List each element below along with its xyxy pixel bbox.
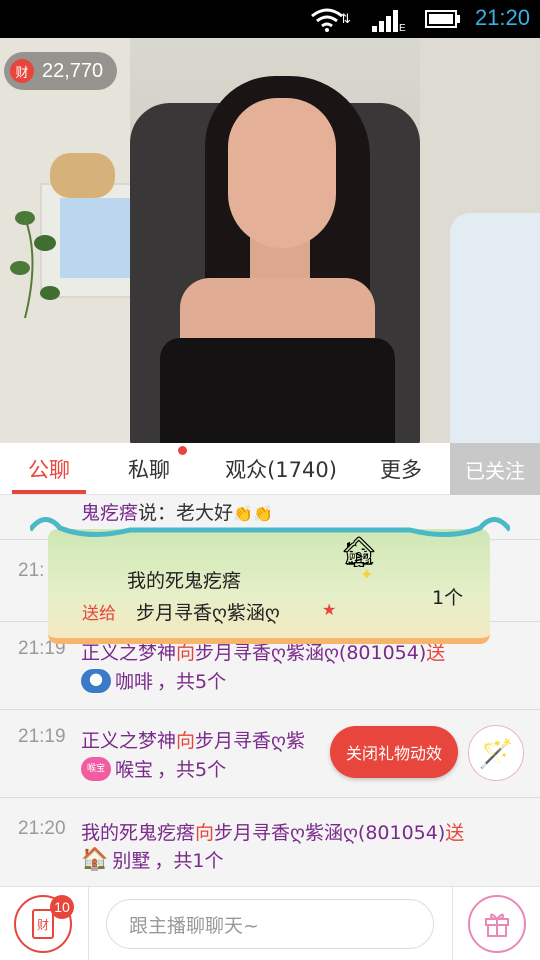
chat-username[interactable]: 我的死鬼疙瘩 — [81, 822, 195, 844]
coin-counter[interactable]: 财 22,770 — [4, 52, 118, 90]
divider — [88, 887, 89, 960]
chat-message: 21:19 正义之梦神向步月寻香ღ紫 喉宝 喉宝 ，共5个 — [0, 710, 540, 798]
data-arrows-icon: ⇅ — [340, 12, 351, 27]
video-background — [50, 153, 115, 198]
gift-effect-banner: 🏚 ★ ✦ 我的死鬼疙瘩 送给 步月寻香ღ紫涵ღ 1个 — [30, 505, 510, 655]
gift-count: 1个 — [432, 587, 464, 609]
chat-message: 21:20 我的死鬼疙瘩向步月寻香ღ紫涵ღ(801054)送 🏠 别墅 ，共1个 — [0, 798, 540, 886]
coin-count: 22,770 — [42, 59, 104, 82]
tab-more[interactable]: 更多 — [366, 443, 436, 495]
battery-icon — [425, 10, 460, 28]
tab-audience[interactable]: 观众(1740) — [218, 443, 344, 495]
coin-icon: 财 — [10, 59, 34, 83]
chat-gift-line: 咖啡 ，共5个 — [81, 667, 226, 694]
divider — [452, 887, 453, 960]
status-clock: 21:20 — [474, 5, 530, 30]
sparkle-icon: ✦ — [360, 565, 374, 584]
gift-icon — [485, 913, 509, 937]
send-to-label: 送给 — [82, 604, 116, 624]
gift-sender: 我的死鬼疙瘩 — [127, 570, 242, 592]
chat-time: 21:19 — [18, 726, 66, 747]
tab-public-chat[interactable]: 公聊 — [12, 443, 86, 495]
video-streamer — [228, 98, 336, 248]
active-tab-indicator — [12, 490, 86, 494]
star-icon: ★ — [322, 600, 337, 619]
live-video[interactable] — [0, 38, 540, 443]
magic-wand-icon: 🪄 — [478, 736, 514, 770]
banner-body — [48, 529, 490, 644]
magic-wand-button[interactable]: 🪄 — [468, 725, 524, 781]
coffee-gift-icon — [81, 668, 111, 693]
throat-candy-gift-icon: 喉宝 — [81, 756, 111, 781]
video-background — [450, 213, 540, 443]
chat-gift-line: 喉宝 喉宝 ，共5个 — [81, 755, 226, 782]
tab-private-chat[interactable]: 私聊 — [112, 443, 186, 495]
wallet-icon: 财 — [32, 909, 54, 939]
chat-gift-line: 🏠 别墅 ，共1个 — [81, 847, 224, 872]
chat-message-text: 我的死鬼疙瘩向步月寻香ღ紫涵ღ(801054)送 — [81, 822, 465, 844]
follow-button[interactable]: 已关注 — [450, 443, 540, 495]
status-bar: ⇅ E 21:20 — [0, 0, 540, 38]
gift-button[interactable] — [468, 895, 526, 953]
villa-gift-icon: 🏠 — [81, 847, 109, 872]
bottom-bar: 财 10 跟主播聊聊天~ — [0, 886, 540, 960]
wave-decoration — [30, 517, 510, 538]
close-gift-effects-button[interactable]: 关闭礼物动效 — [330, 726, 458, 778]
signal-icon: E — [372, 10, 406, 32]
svg-text:E: E — [399, 23, 406, 32]
video-streamer — [160, 338, 395, 443]
video-background — [10, 211, 60, 319]
notification-dot — [178, 446, 187, 455]
chat-input[interactable]: 跟主播聊聊天~ — [106, 899, 434, 949]
chat-username[interactable]: 正义之梦神 — [81, 730, 176, 752]
wifi-icon — [311, 8, 343, 32]
wallet-badge: 10 — [50, 895, 74, 919]
chat-message-text: 正义之梦神向步月寻香ღ紫 — [81, 730, 305, 752]
gift-receiver: 步月寻香ღ紫涵ღ — [136, 602, 280, 624]
chat-time: 21:20 — [18, 818, 66, 839]
